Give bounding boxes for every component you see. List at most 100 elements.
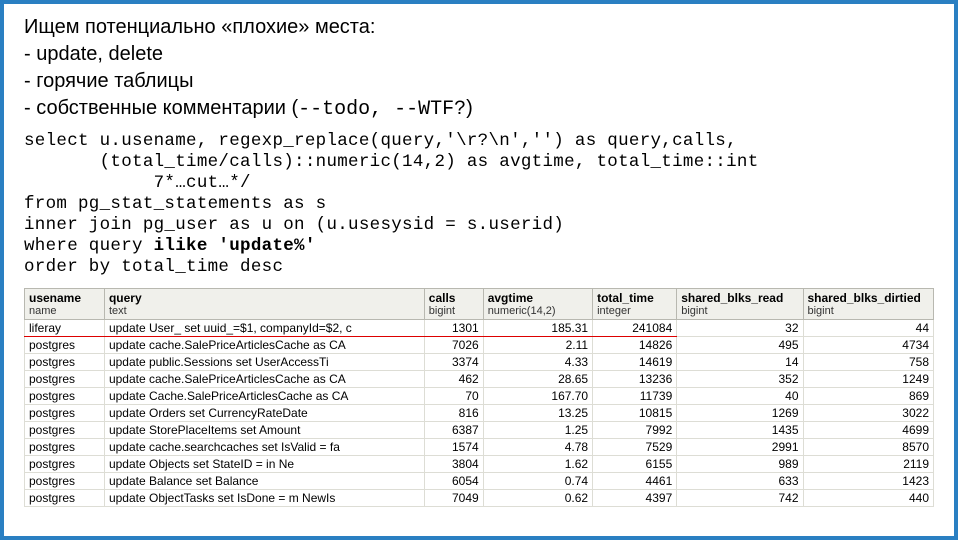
table-cell: 0.74 [483,473,592,490]
table-cell: 3804 [424,456,483,473]
th-read-top: shared_blks_read [681,291,783,305]
table-cell: 816 [424,405,483,422]
table-cell: 3374 [424,354,483,371]
sql-line-4: from pg_stat_statements as s [24,194,326,214]
table-cell: postgres [25,422,105,439]
table-header-row: usenamename querytext callsbigint avgtim… [25,289,934,320]
th-avgtime: avgtimenumeric(14,2) [483,289,592,320]
table-cell: 4699 [803,422,934,439]
th-query: querytext [104,289,424,320]
th-calls-sub: bigint [429,305,479,317]
heading-bullet-3: - собственные комментарии (--todo, --WTF… [24,95,934,123]
table-cell: 2991 [677,439,803,456]
table-cell: postgres [25,439,105,456]
table-cell: 7992 [593,422,677,439]
heading-block: Ищем потенциально «плохие» места: - upda… [24,14,934,123]
heading-bullet-3-pre: - собственные комментарии ( [24,97,298,119]
heading-title: Ищем потенциально «плохие» места: [24,14,934,41]
table-row: postgresupdate cache.SalePriceArticlesCa… [25,371,934,388]
sql-line-6: where query ilike 'update%' [24,236,316,256]
table-cell: 440 [803,490,934,507]
table-cell: update Objects set StateID = in Ne [104,456,424,473]
th-dirtied-sub: bigint [808,305,930,317]
table-cell: postgres [25,473,105,490]
table-row: postgresupdate Balance set Balance60540.… [25,473,934,490]
table-row: postgresupdate public.Sessions set UserA… [25,354,934,371]
sql-query-block: select u.usename, regexp_replace(query,'… [24,131,934,278]
table-cell: update cache.SalePriceArticlesCache as C… [104,337,424,354]
slide: Ищем потенциально «плохие» места: - upda… [0,0,958,540]
table-cell: update User_ set uuid_=$1, companyId=$2,… [104,320,424,337]
table-row: postgresupdate cache.SalePriceArticlesCa… [25,337,934,354]
table-cell: 462 [424,371,483,388]
table-cell: postgres [25,456,105,473]
heading-bullet-3-post: ) [466,97,473,119]
th-usename: usenamename [25,289,105,320]
table-cell: 1435 [677,422,803,439]
table-cell: 7049 [424,490,483,507]
heading-bullet-3-code: --todo, --WTF? [298,98,466,121]
table-row: postgresupdate Orders set CurrencyRateDa… [25,405,934,422]
table-cell: 1301 [424,320,483,337]
table-cell: update Cache.SalePriceArticlesCache as C… [104,388,424,405]
sql-line-3: 7*…cut…*/ [24,173,251,193]
table-cell: 28.65 [483,371,592,388]
table-cell: 11739 [593,388,677,405]
table-cell: 6387 [424,422,483,439]
table-cell: 6054 [424,473,483,490]
table-cell: 1269 [677,405,803,422]
table-cell: 14 [677,354,803,371]
table-cell: 7026 [424,337,483,354]
sql-line-6a: where query [24,236,154,256]
table-cell: 7529 [593,439,677,456]
table-cell: postgres [25,337,105,354]
table-row: postgresupdate ObjectTasks set IsDone = … [25,490,934,507]
th-total-top: total_time [597,291,654,305]
table-cell: 185.31 [483,320,592,337]
table-cell: 495 [677,337,803,354]
table-cell: 742 [677,490,803,507]
table-cell: update Balance set Balance [104,473,424,490]
sql-line-7: order by total_time desc [24,257,283,277]
table-cell: postgres [25,405,105,422]
heading-bullet-1: - update, delete [24,41,934,68]
th-query-sub: text [109,305,420,317]
table-cell: update ObjectTasks set IsDone = m NewIs [104,490,424,507]
table-cell: 4734 [803,337,934,354]
table-cell: 13236 [593,371,677,388]
table-cell: 1249 [803,371,934,388]
table-cell: 4.78 [483,439,592,456]
sql-line-2: (total_time/calls)::numeric(14,2) as avg… [24,152,759,172]
table-cell: 4461 [593,473,677,490]
th-total-sub: integer [597,305,672,317]
table-cell: postgres [25,371,105,388]
th-usename-sub: name [29,305,100,317]
th-dirtied: shared_blks_dirtiedbigint [803,289,934,320]
table-cell: 13.25 [483,405,592,422]
table-cell: update cache.searchcaches set IsValid = … [104,439,424,456]
table-row: liferayupdate User_ set uuid_=$1, compan… [25,320,934,337]
th-read: shared_blks_readbigint [677,289,803,320]
table-cell: update cache.SalePriceArticlesCache as C… [104,371,424,388]
table-cell: liferay [25,320,105,337]
table-cell: 14826 [593,337,677,354]
th-query-top: query [109,291,142,305]
sql-line-6b: ilike 'update%' [154,236,316,256]
table-cell: 10815 [593,405,677,422]
table-cell: 8570 [803,439,934,456]
table-row: postgresupdate Objects set StateID = in … [25,456,934,473]
table-cell: 4397 [593,490,677,507]
sql-line-1: select u.usename, regexp_replace(query,'… [24,131,737,151]
table-row: postgresupdate StorePlaceItems set Amoun… [25,422,934,439]
table-cell: 14619 [593,354,677,371]
th-total: total_timeinteger [593,289,677,320]
table-cell: postgres [25,388,105,405]
table-cell: 40 [677,388,803,405]
table-cell: 633 [677,473,803,490]
table-cell: update Orders set CurrencyRateDate [104,405,424,422]
table-cell: 989 [677,456,803,473]
sql-line-5: inner join pg_user as u on (u.usesysid =… [24,215,564,235]
table-cell: postgres [25,490,105,507]
table-cell: 0.62 [483,490,592,507]
table-cell: 869 [803,388,934,405]
